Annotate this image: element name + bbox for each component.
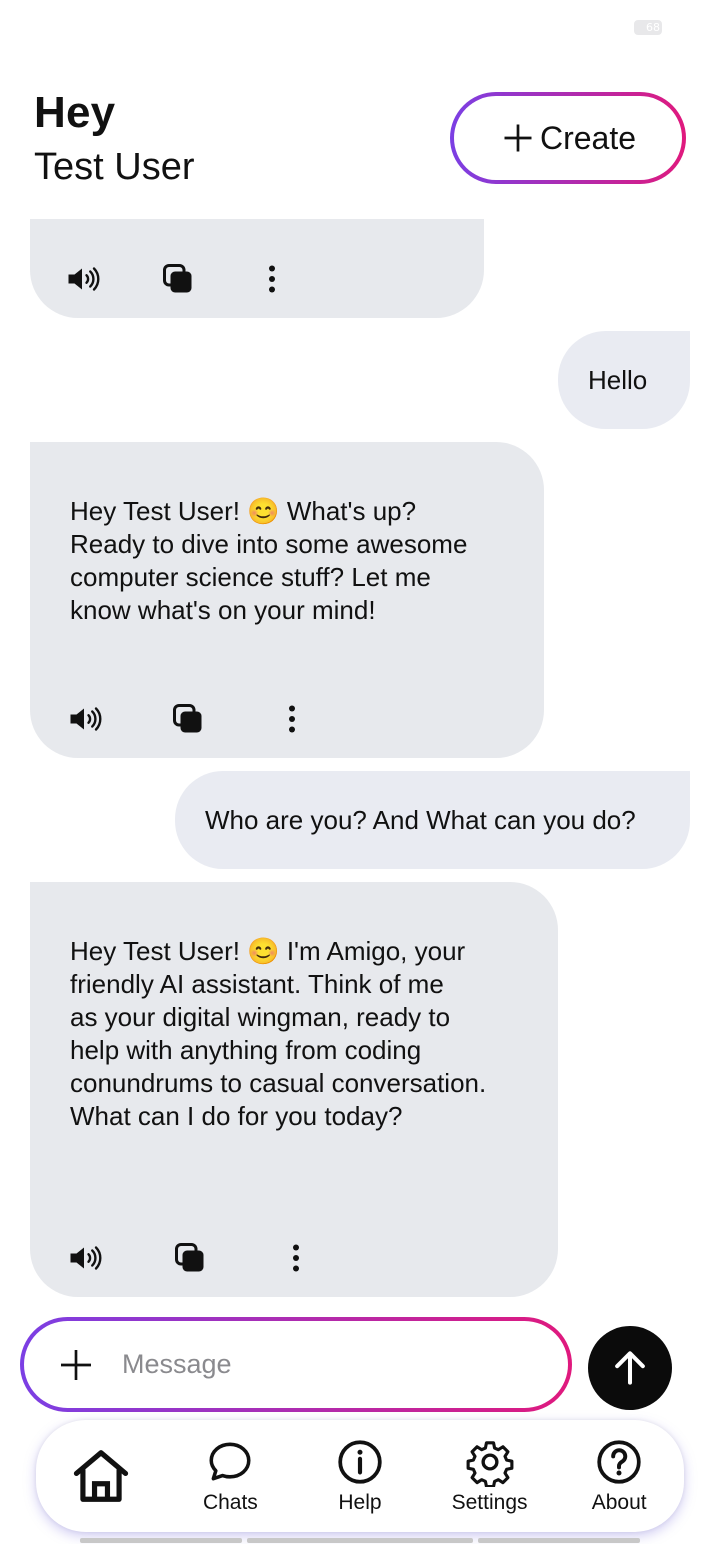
nav-label-chats: Chats bbox=[202, 1491, 258, 1514]
gesture-bar bbox=[478, 1538, 640, 1543]
copy-icon[interactable] bbox=[168, 699, 208, 739]
arrow-up-icon bbox=[615, 1351, 645, 1385]
gesture-bar bbox=[247, 1538, 473, 1543]
bottom-navigation: Chats Help Settings About bbox=[36, 1420, 684, 1532]
message-actions bbox=[64, 1238, 316, 1278]
message-input[interactable] bbox=[122, 1349, 502, 1380]
copy-icon[interactable] bbox=[158, 259, 198, 299]
more-vertical-icon[interactable] bbox=[272, 699, 312, 739]
gear-icon bbox=[466, 1441, 514, 1487]
message-line: What can I do for you today? bbox=[70, 1101, 403, 1131]
more-vertical-icon[interactable] bbox=[276, 1238, 316, 1278]
assistant-message: Hey Test User! 😊 What's up? Ready to div… bbox=[30, 442, 544, 758]
message-line: know what's on your mind! bbox=[70, 595, 376, 625]
gesture-bar bbox=[80, 1538, 242, 1543]
question-icon bbox=[597, 1440, 641, 1484]
message-actions bbox=[62, 259, 292, 299]
attach-plus-icon[interactable] bbox=[56, 1345, 96, 1385]
nav-label-settings: Settings bbox=[451, 1491, 528, 1514]
volume-icon[interactable] bbox=[64, 699, 104, 739]
message-composer bbox=[20, 1317, 572, 1412]
message-line: Hey Test User! 😊 What's up? bbox=[70, 496, 417, 526]
user-message: Hello bbox=[558, 331, 690, 429]
message-line: help with anything from coding bbox=[70, 1035, 422, 1065]
message-line: as your digital wingman, ready to bbox=[70, 1002, 451, 1032]
chat-bubble-icon bbox=[209, 1442, 251, 1481]
home-icon bbox=[73, 1450, 128, 1502]
assistant-message-text: Hey Test User! 😊 What's up? Ready to div… bbox=[70, 495, 467, 627]
assistant-message-text: Hey Test User! 😊 I'm Amigo, your friendl… bbox=[70, 935, 486, 1133]
user-message-text: Hello bbox=[588, 365, 648, 395]
message-line: Ready to dive into some awesome bbox=[70, 529, 468, 559]
message-actions bbox=[64, 699, 312, 739]
nav-item-help[interactable]: Help bbox=[305, 1426, 415, 1526]
message-line: conundrums to casual conversation. bbox=[70, 1068, 487, 1098]
volume-icon[interactable] bbox=[64, 1238, 104, 1278]
user-message: Who are you? And What can you do? bbox=[175, 771, 690, 869]
user-message-text: Who are you? And What can you do? bbox=[205, 805, 636, 835]
nav-item-settings[interactable]: Settings bbox=[435, 1426, 545, 1526]
greeting-title-overlay: Hey bbox=[34, 88, 116, 137]
send-button[interactable] bbox=[588, 1326, 672, 1410]
nav-item-about[interactable]: About bbox=[564, 1426, 674, 1526]
nav-item-home[interactable] bbox=[46, 1426, 156, 1526]
nav-item-chats[interactable]: Chats bbox=[175, 1426, 285, 1526]
more-vertical-icon[interactable] bbox=[252, 259, 292, 299]
plus-icon bbox=[504, 124, 532, 152]
user-name-overlay: Test User bbox=[34, 146, 195, 188]
info-icon bbox=[338, 1440, 382, 1484]
nav-label-help: Help bbox=[338, 1491, 382, 1514]
create-button-overlay[interactable]: Create bbox=[450, 92, 686, 184]
message-line: computer science stuff? Let me bbox=[70, 562, 431, 592]
volume-icon[interactable] bbox=[62, 259, 102, 299]
battery-indicator-overlay: 68 bbox=[634, 20, 662, 35]
message-line: Hey Test User! 😊 I'm Amigo, your bbox=[70, 936, 466, 966]
copy-icon[interactable] bbox=[170, 1238, 210, 1278]
assistant-message: Hey Test User! 😊 I'm Amigo, your friendl… bbox=[30, 882, 558, 1297]
message-line: friendly AI assistant. Think of me bbox=[70, 969, 444, 999]
nav-label-about: About bbox=[591, 1491, 647, 1514]
create-button-label: Create bbox=[539, 119, 637, 156]
